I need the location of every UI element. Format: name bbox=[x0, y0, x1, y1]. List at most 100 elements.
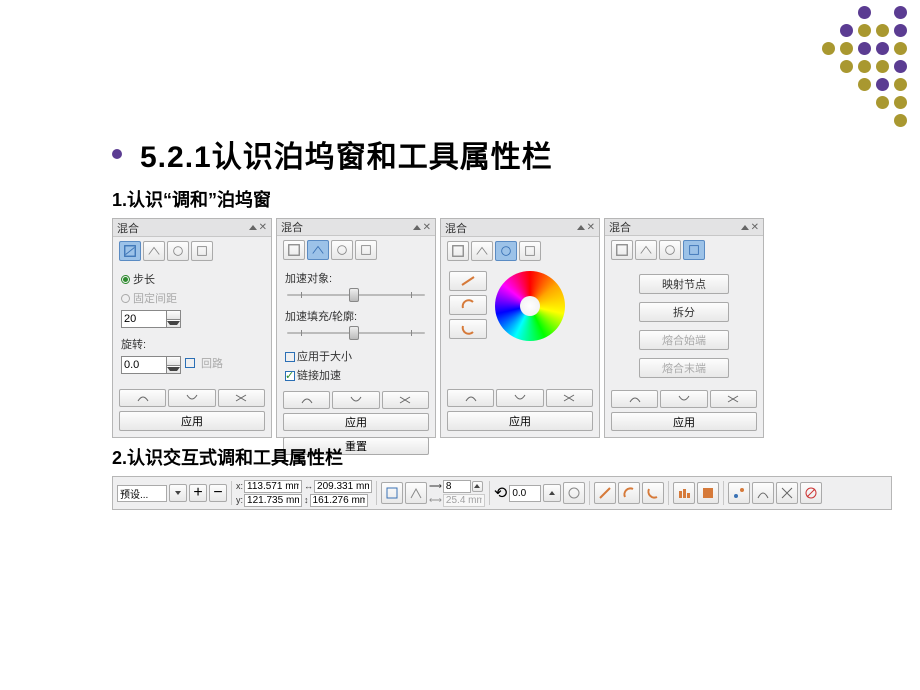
cw-blend-button[interactable] bbox=[618, 482, 640, 504]
tab-misc[interactable] bbox=[519, 241, 541, 261]
label-link-accel: 链接加速 bbox=[297, 370, 341, 382]
object-accel-slider[interactable] bbox=[287, 292, 425, 298]
path-props-button[interactable] bbox=[752, 482, 774, 504]
fill-accel-slider[interactable] bbox=[287, 330, 425, 336]
start-end-props-button[interactable] bbox=[728, 482, 750, 504]
blend-direction-input[interactable] bbox=[509, 485, 541, 502]
clear-blend-button[interactable] bbox=[800, 482, 822, 504]
tab-misc[interactable] bbox=[191, 241, 213, 261]
label-accel-obj: 加速对象: bbox=[285, 270, 427, 286]
width-input[interactable] bbox=[314, 480, 372, 493]
tab-misc[interactable] bbox=[683, 240, 705, 260]
path-start-button[interactable] bbox=[611, 390, 658, 408]
subheading-1: 1.认识“调和”泊坞窗 bbox=[112, 186, 892, 212]
apply-button[interactable]: 应用 bbox=[611, 412, 757, 431]
tab-steps[interactable] bbox=[283, 240, 305, 260]
loop-checkbox[interactable] bbox=[185, 358, 195, 368]
close-icon[interactable]: ✕ bbox=[587, 222, 595, 233]
tab-steps[interactable] bbox=[611, 240, 633, 260]
spin-up-icon[interactable] bbox=[472, 481, 483, 492]
spin-up-icon[interactable] bbox=[167, 357, 180, 366]
close-icon[interactable]: ✕ bbox=[423, 222, 431, 233]
path-detach-button[interactable] bbox=[382, 391, 429, 409]
blend-docker-color: 混合 ✕ bbox=[440, 218, 600, 438]
tab-accel[interactable] bbox=[635, 240, 657, 260]
docker-titlebar[interactable]: 混合 ✕ bbox=[113, 219, 271, 237]
path-detach-button[interactable] bbox=[218, 389, 265, 407]
tab-steps[interactable] bbox=[119, 241, 141, 261]
color-wheel[interactable] bbox=[495, 271, 565, 341]
tab-accel[interactable] bbox=[307, 240, 329, 260]
fuse-end-button[interactable]: 熔合末端 bbox=[639, 358, 729, 378]
path-end-button[interactable] bbox=[496, 389, 543, 407]
docker-tabs bbox=[605, 236, 763, 264]
ccw-blend-button[interactable] bbox=[449, 319, 487, 339]
collapse-icon[interactable] bbox=[413, 225, 421, 230]
tab-accel[interactable] bbox=[471, 241, 493, 261]
preset-dropdown-arrow[interactable] bbox=[169, 484, 187, 502]
apply-button[interactable]: 应用 bbox=[119, 411, 265, 431]
preset-dropdown[interactable] bbox=[117, 485, 167, 502]
subheading-2: 2.认识交互式调和工具属性栏 bbox=[112, 444, 892, 470]
path-start-button[interactable] bbox=[119, 389, 166, 407]
tab-color[interactable] bbox=[659, 240, 681, 260]
tab-color[interactable] bbox=[167, 241, 189, 261]
docker-panels-row: 混合 ✕ 步长 固定间距 旋转: bbox=[112, 218, 892, 438]
angle-spin[interactable] bbox=[543, 484, 561, 502]
docker-titlebar[interactable]: 混合 ✕ bbox=[277, 219, 435, 236]
height-input[interactable] bbox=[310, 494, 368, 507]
blend-accel-mode-button[interactable] bbox=[405, 482, 427, 504]
fuse-start-button[interactable]: 熔合始端 bbox=[639, 330, 729, 350]
docker-bottom-row bbox=[441, 385, 599, 411]
path-end-button[interactable] bbox=[660, 390, 707, 408]
docker-title-text: 混合 bbox=[281, 219, 303, 235]
direct-blend-button[interactable] bbox=[594, 482, 616, 504]
spin-down-icon[interactable] bbox=[167, 366, 180, 374]
radio-fixed-spacing[interactable] bbox=[121, 294, 130, 303]
spin-down-icon[interactable] bbox=[167, 320, 180, 328]
add-preset-button[interactable]: + bbox=[189, 484, 207, 502]
tab-misc[interactable] bbox=[355, 240, 377, 260]
docker-titlebar[interactable]: 混合 ✕ bbox=[441, 219, 599, 237]
radio-steps[interactable] bbox=[121, 275, 130, 284]
path-start-button[interactable] bbox=[447, 389, 494, 407]
tab-color[interactable] bbox=[495, 241, 517, 261]
tab-steps[interactable] bbox=[447, 241, 469, 261]
path-end-button[interactable] bbox=[168, 389, 215, 407]
map-nodes-button[interactable]: 映射节点 bbox=[639, 274, 729, 294]
split-button[interactable]: 拆分 bbox=[639, 302, 729, 322]
close-icon[interactable]: ✕ bbox=[751, 222, 759, 233]
direct-blend-button[interactable] bbox=[449, 271, 487, 291]
path-detach-button[interactable] bbox=[710, 390, 757, 408]
blend-steps-input[interactable] bbox=[443, 480, 471, 493]
object-accel-button[interactable] bbox=[673, 482, 695, 504]
close-icon[interactable]: ✕ bbox=[259, 222, 267, 233]
rotate-input[interactable] bbox=[121, 356, 167, 374]
tab-accel[interactable] bbox=[143, 241, 165, 261]
collapse-icon[interactable] bbox=[249, 225, 257, 230]
blend-steps-mode-button[interactable] bbox=[381, 482, 403, 504]
apply-button[interactable]: 应用 bbox=[283, 413, 429, 431]
y-position-input[interactable] bbox=[244, 494, 302, 507]
loop-blend-button[interactable] bbox=[563, 482, 585, 504]
steps-spinner[interactable] bbox=[121, 310, 263, 328]
ccw-blend-button[interactable] bbox=[642, 482, 664, 504]
cw-blend-button[interactable] bbox=[449, 295, 487, 315]
collapse-icon[interactable] bbox=[577, 225, 585, 230]
steps-input[interactable] bbox=[121, 310, 167, 328]
apply-size-checkbox[interactable] bbox=[285, 352, 295, 362]
color-accel-button[interactable] bbox=[697, 482, 719, 504]
spin-up-icon[interactable] bbox=[167, 311, 180, 320]
tab-color[interactable] bbox=[331, 240, 353, 260]
path-start-button[interactable] bbox=[283, 391, 330, 409]
apply-button[interactable]: 应用 bbox=[447, 411, 593, 431]
docker-titlebar[interactable]: 混合 ✕ bbox=[605, 219, 763, 236]
x-position-input[interactable] bbox=[244, 480, 302, 493]
remove-preset-button[interactable]: − bbox=[209, 484, 227, 502]
path-detach-button[interactable] bbox=[546, 389, 593, 407]
link-accel-checkbox[interactable] bbox=[285, 371, 295, 381]
collapse-icon[interactable] bbox=[741, 225, 749, 230]
copy-blend-button[interactable] bbox=[776, 482, 798, 504]
rotate-spinner[interactable] bbox=[121, 356, 181, 374]
path-end-button[interactable] bbox=[332, 391, 379, 409]
